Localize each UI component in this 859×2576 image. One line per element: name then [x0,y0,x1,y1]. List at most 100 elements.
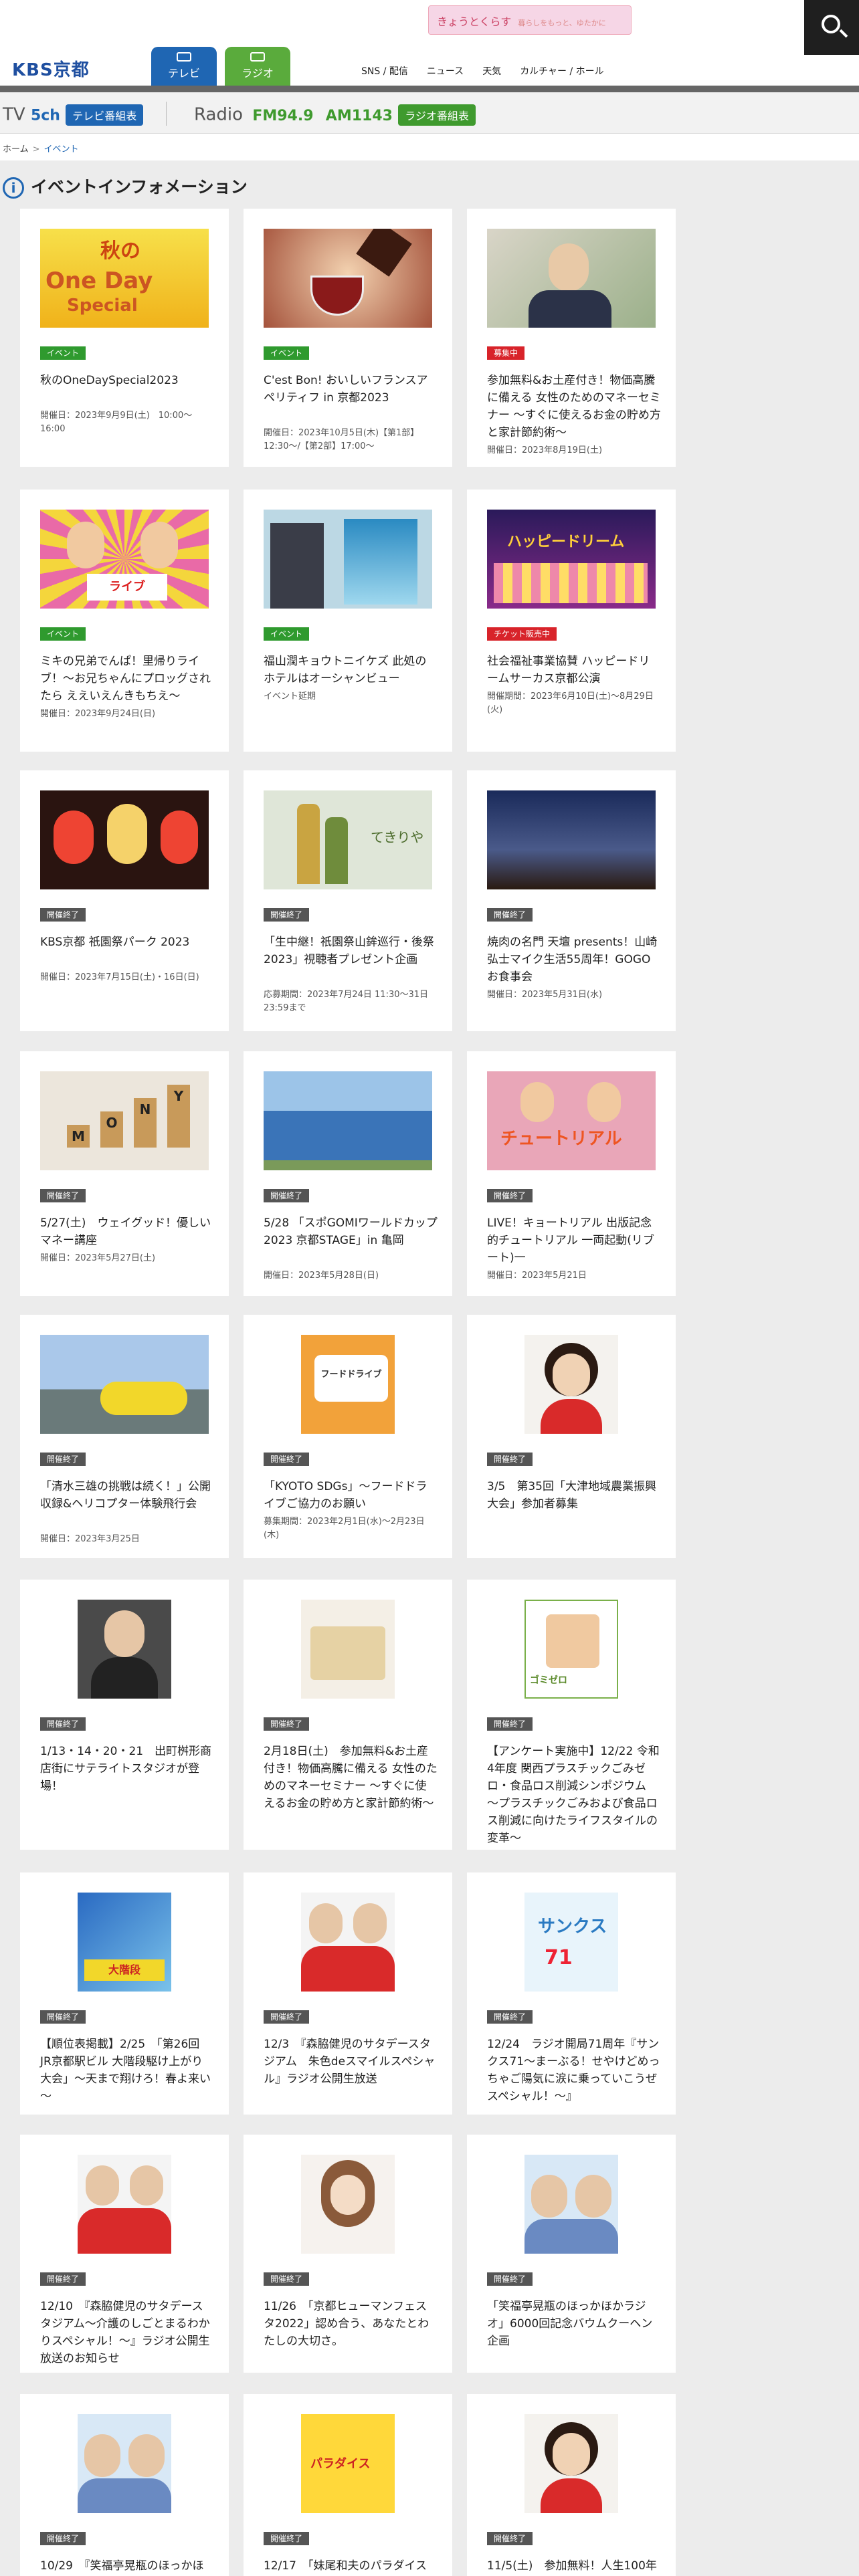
event-title[interactable]: 秋のOneDaySpecial2023 [40,372,214,389]
event-card[interactable]: M O N Y 開催終了 5/27(土) ウェイグッド！優しいマネー講座 開催日：2023年… [20,1051,229,1296]
event-card[interactable]: 開催終了 12/10 『森脇健児のサタデースタジアム～介護のしごとまるわかりスペシ… [20,2135,229,2373]
event-thumbnail[interactable]: チュートリアル [487,1071,656,1170]
event-thumbnail[interactable] [524,2155,618,2254]
event-thumbnail[interactable] [78,2414,171,2513]
event-title[interactable]: LIVE！キョートリアル 出版記念的チュートリアル 一両起動(リブート)一 [487,1214,661,1267]
event-card[interactable]: 開催終了 11/5(土) 参加無料！人生100年時代を考えるためのマネー [467,2394,676,2576]
nav-news[interactable]: ニュース [427,64,464,78]
event-thumbnail[interactable] [301,1893,395,1992]
event-card[interactable]: 開催終了 3/5 第35回「大津地域農業振興大会」参加者募集 [467,1315,676,1558]
event-title[interactable]: 12/10 『森脇健児のサタデースタジアム～介護のしごとまるわかりスペシャル！～… [40,2298,214,2367]
event-card[interactable]: ハッピードリーム チケット販売中 社会福祉事業協賛 ハッピードリームサーカス京都公演… [467,490,676,752]
event-title[interactable]: C'est Bon! おいしいフランスアペリティフ in 京都2023 [264,372,438,407]
event-thumbnail[interactable] [264,510,432,609]
kyoutokurasu-banner[interactable]: きょうとくらす 暮らしをもっと、ゆたかに [428,5,632,35]
nav-weather[interactable]: 天気 [482,64,501,78]
event-card[interactable]: パラダイス開催終了 12/17 「妹尾和夫のパラダイスKyoto」お元気ですか？ス… [244,2394,452,2576]
status-badge: 開催終了 [487,1189,533,1202]
event-title[interactable]: 10/29 『笑福亭晃瓶のほっかほかラジオ』～きょうはいつ [40,2557,214,2576]
event-card[interactable]: サンクス 71 開催終了 12/24 ラジオ開局71周年『サンクス71～まーぶる！せや… [467,1872,676,2115]
event-title[interactable]: 「清水三雄の挑戦は続く！」公開収録&ヘリコプター体験飛行会 [40,1478,214,1513]
event-card[interactable]: チュートリアル開催終了 LIVE！キョートリアル 出版記念的チュートリアル 一両起… [467,1051,676,1296]
event-title[interactable]: 焼肉の名門 天壇 presents！山崎弘士マイク生活55周年！GOGOお食事会 [487,934,661,986]
event-title[interactable]: 社会福祉事業協賛 ハッピードリームサーカス京都公演 [487,653,661,687]
event-title[interactable]: 参加無料&お土産付き！物価高騰に備える 女性のためのマネーセミナー ～すぐに使え… [487,372,661,441]
event-title[interactable]: 「KYOTO SDGs」～フードドライブご協力のお願い [264,1478,438,1513]
search-button[interactable] [804,0,859,55]
event-thumbnail[interactable]: MONY [40,1071,209,1170]
event-date: 開催日：2023年3月25日 [40,1534,140,1544]
kyou-sub: 暮らしをもっと、ゆたかに [518,19,606,27]
event-thumbnail[interactable]: ハッピードリーム [487,510,656,609]
event-thumbnail[interactable] [78,2155,171,2254]
event-title[interactable]: 12/3 『森脇健児のサタデースタジアム 朱色deスマイルスペシャル』ラジオ公開… [264,2036,438,2088]
event-title[interactable]: 「生中継！祇園祭山鉾巡行・後祭2023」視聴者プレゼント企画 [264,934,438,968]
tab-tv[interactable]: テレビ [151,47,217,87]
event-title[interactable]: 11/26 「京都ヒューマンフェスタ2022」認め合う、あなたとわたしの大切さ。 [264,2298,438,2350]
event-thumbnail[interactable]: パラダイス [301,2414,395,2513]
status-badge: 開催終了 [264,2532,310,2545]
nav-sns[interactable]: SNS / 配信 [361,64,408,78]
event-card[interactable]: 開催終了 焼肉の名門 天壇 presents！山崎弘士マイク生活55周年！GOGO… [467,770,676,1031]
breadcrumb-home[interactable]: ホーム [3,144,29,154]
tv-schedule-button[interactable]: テレビ番組表 [66,104,144,126]
event-card[interactable]: 開催終了 2月18日(土) 参加無料&お土産付き！物価高騰に備える 女性のためのマ… [244,1580,452,1850]
event-title[interactable]: 福山潤キョウトニイケズ 此処のホテルはオーシャンビュー [264,653,438,687]
event-thumbnail[interactable]: 大階段 [78,1893,171,1992]
event-thumbnail[interactable] [40,1335,209,1434]
event-title[interactable]: 5/27(土) ウェイグッド！優しいマネー講座 [40,1214,214,1249]
event-thumbnail[interactable]: ライブ [40,510,209,609]
event-title[interactable]: 11/5(土) 参加無料！人生100年時代を考えるためのマネー [487,2557,661,2576]
event-card[interactable]: 開催終了 KBS京都 祇園祭パーク 2023 開催日：2023年7月15日(土)・1… [20,770,229,1031]
event-card[interactable]: てきりや 開催終了 「生中継！祇園祭山鉾巡行・後祭2023」視聴者プレゼント企画 応募… [244,770,452,1031]
event-thumbnail[interactable] [301,2155,395,2254]
event-title[interactable]: 1/13・14・20・21 出町桝形商店街にサテライトスタジオが登場！ [40,1743,214,1795]
event-card[interactable]: ライブ イベント ミキの兄弟でんぱ！里帰りライブ！～お兄ちゃんにプロッグされたら え… [20,490,229,752]
event-title[interactable]: 2月18日(土) 参加無料&お土産付き！物価高騰に備える 女性のためのマネーセミ… [264,1743,438,1812]
event-thumbnail[interactable]: サンクス 71 [524,1893,618,1992]
event-title[interactable]: 12/24 ラジオ開局71周年『サンクス71～まーぶる！せやけどめっちゃご陽気に… [487,2036,661,2105]
event-card[interactable]: 募集中 参加無料&お土産付き！物価高騰に備える 女性のためのマネーセミナー ～すぐ… [467,209,676,467]
radio-schedule-button[interactable]: ラジオ番組表 [398,104,476,126]
event-card[interactable]: 開催終了 11/26 「京都ヒューマンフェスタ2022」認め合う、あなたとわたしの… [244,2135,452,2373]
event-card[interactable]: フードドライブ 開催終了 「KYOTO SDGs」～フードドライブご協力のお願い 募集… [244,1315,452,1558]
status-badge: 開催終了 [40,2272,86,2286]
status-badge: 開催終了 [40,2532,86,2545]
event-card[interactable]: 開催終了 12/3 『森脇健児のサタデースタジアム 朱色deスマイルスペシャル』ラ… [244,1872,452,2115]
event-title[interactable]: 【アンケート実施中】12/22 令和4年度 関西プラスチックごみゼロ・食品ロス削… [487,1743,661,1847]
event-thumbnail[interactable] [524,1335,618,1434]
event-title[interactable]: 「笑福亭晃瓶のほっかほかラジオ」6000回記念バウムクーヘン企画 [487,2298,661,2350]
event-card[interactable]: 開催終了 10/29 『笑福亭晃瓶のほっかほかラジオ』～きょうはいつ [20,2394,229,2576]
site-logo[interactable]: KBS京都 [12,56,90,81]
event-thumbnail[interactable] [78,1600,171,1699]
event-thumbnail[interactable] [264,229,432,328]
event-card[interactable]: ゴミゼロ 開催終了 【アンケート実施中】12/22 令和4年度 関西プラスチックごみ… [467,1580,676,1850]
event-title[interactable]: 12/17 「妹尾和夫のパラダイスKyoto」お元気ですか？スタ [264,2557,438,2576]
event-title[interactable]: 3/5 第35回「大津地域農業振興大会」参加者募集 [487,1478,661,1513]
tab-radio[interactable]: ラジオ [225,47,290,87]
event-card[interactable]: イベント C'est Bon! おいしいフランスアペリティフ in 京都2023 開… [244,209,452,467]
event-title[interactable]: 【順位表掲載】2/25 「第26回 JR京都駅ビル 大階段駆け上がり大会」～天ま… [40,2036,214,2105]
event-date: 応募期間：2023年7月24日 11:30〜31日 23:59まで [264,990,429,1013]
event-thumbnail[interactable]: ゴミゼロ [524,1600,618,1699]
event-card[interactable]: 開催終了 「笑福亭晃瓶のほっかほかラジオ」6000回記念バウムクーヘン企画 [467,2135,676,2373]
event-thumbnail[interactable] [524,2414,618,2513]
event-title[interactable]: KBS京都 祇園祭パーク 2023 [40,934,214,951]
event-card[interactable]: 大階段 開催終了 【順位表掲載】2/25 「第26回 JR京都駅ビル 大階段駆け上が… [20,1872,229,2115]
event-thumbnail[interactable]: フードドライブ [301,1335,395,1434]
event-thumbnail[interactable] [40,790,209,889]
event-thumbnail[interactable]: てきりや [264,790,432,889]
event-card[interactable]: 開催終了 「清水三雄の挑戦は続く！」公開収録&ヘリコプター体験飛行会 開催日：202… [20,1315,229,1558]
nav-culture[interactable]: カルチャー / ホール [520,64,603,78]
event-thumbnail[interactable] [264,1071,432,1170]
event-title[interactable]: 5/28 「スポGOMIワールドカップ 2023 京都STAGE」in 亀岡 [264,1214,438,1249]
event-card[interactable]: イベント 福山潤キョウトニイケズ 此処のホテルはオーシャンビュー イベント延期 [244,490,452,752]
event-thumbnail[interactable] [301,1600,395,1699]
event-card[interactable]: 秋の One Day Special イベント 秋のOneDaySpecial2023 開… [20,209,229,467]
event-thumbnail[interactable]: 秋の One Day Special [40,229,209,328]
event-card[interactable]: 開催終了 5/28 「スポGOMIワールドカップ 2023 京都STAGE」in … [244,1051,452,1296]
event-card[interactable]: 開催終了 1/13・14・20・21 出町桝形商店街にサテライトスタジオが登場！ [20,1580,229,1850]
event-title[interactable]: ミキの兄弟でんぱ！里帰りライブ！～お兄ちゃんにプロッグされたら ええいえんきもち… [40,653,214,705]
event-thumbnail[interactable] [487,229,656,328]
event-thumbnail[interactable] [487,790,656,889]
